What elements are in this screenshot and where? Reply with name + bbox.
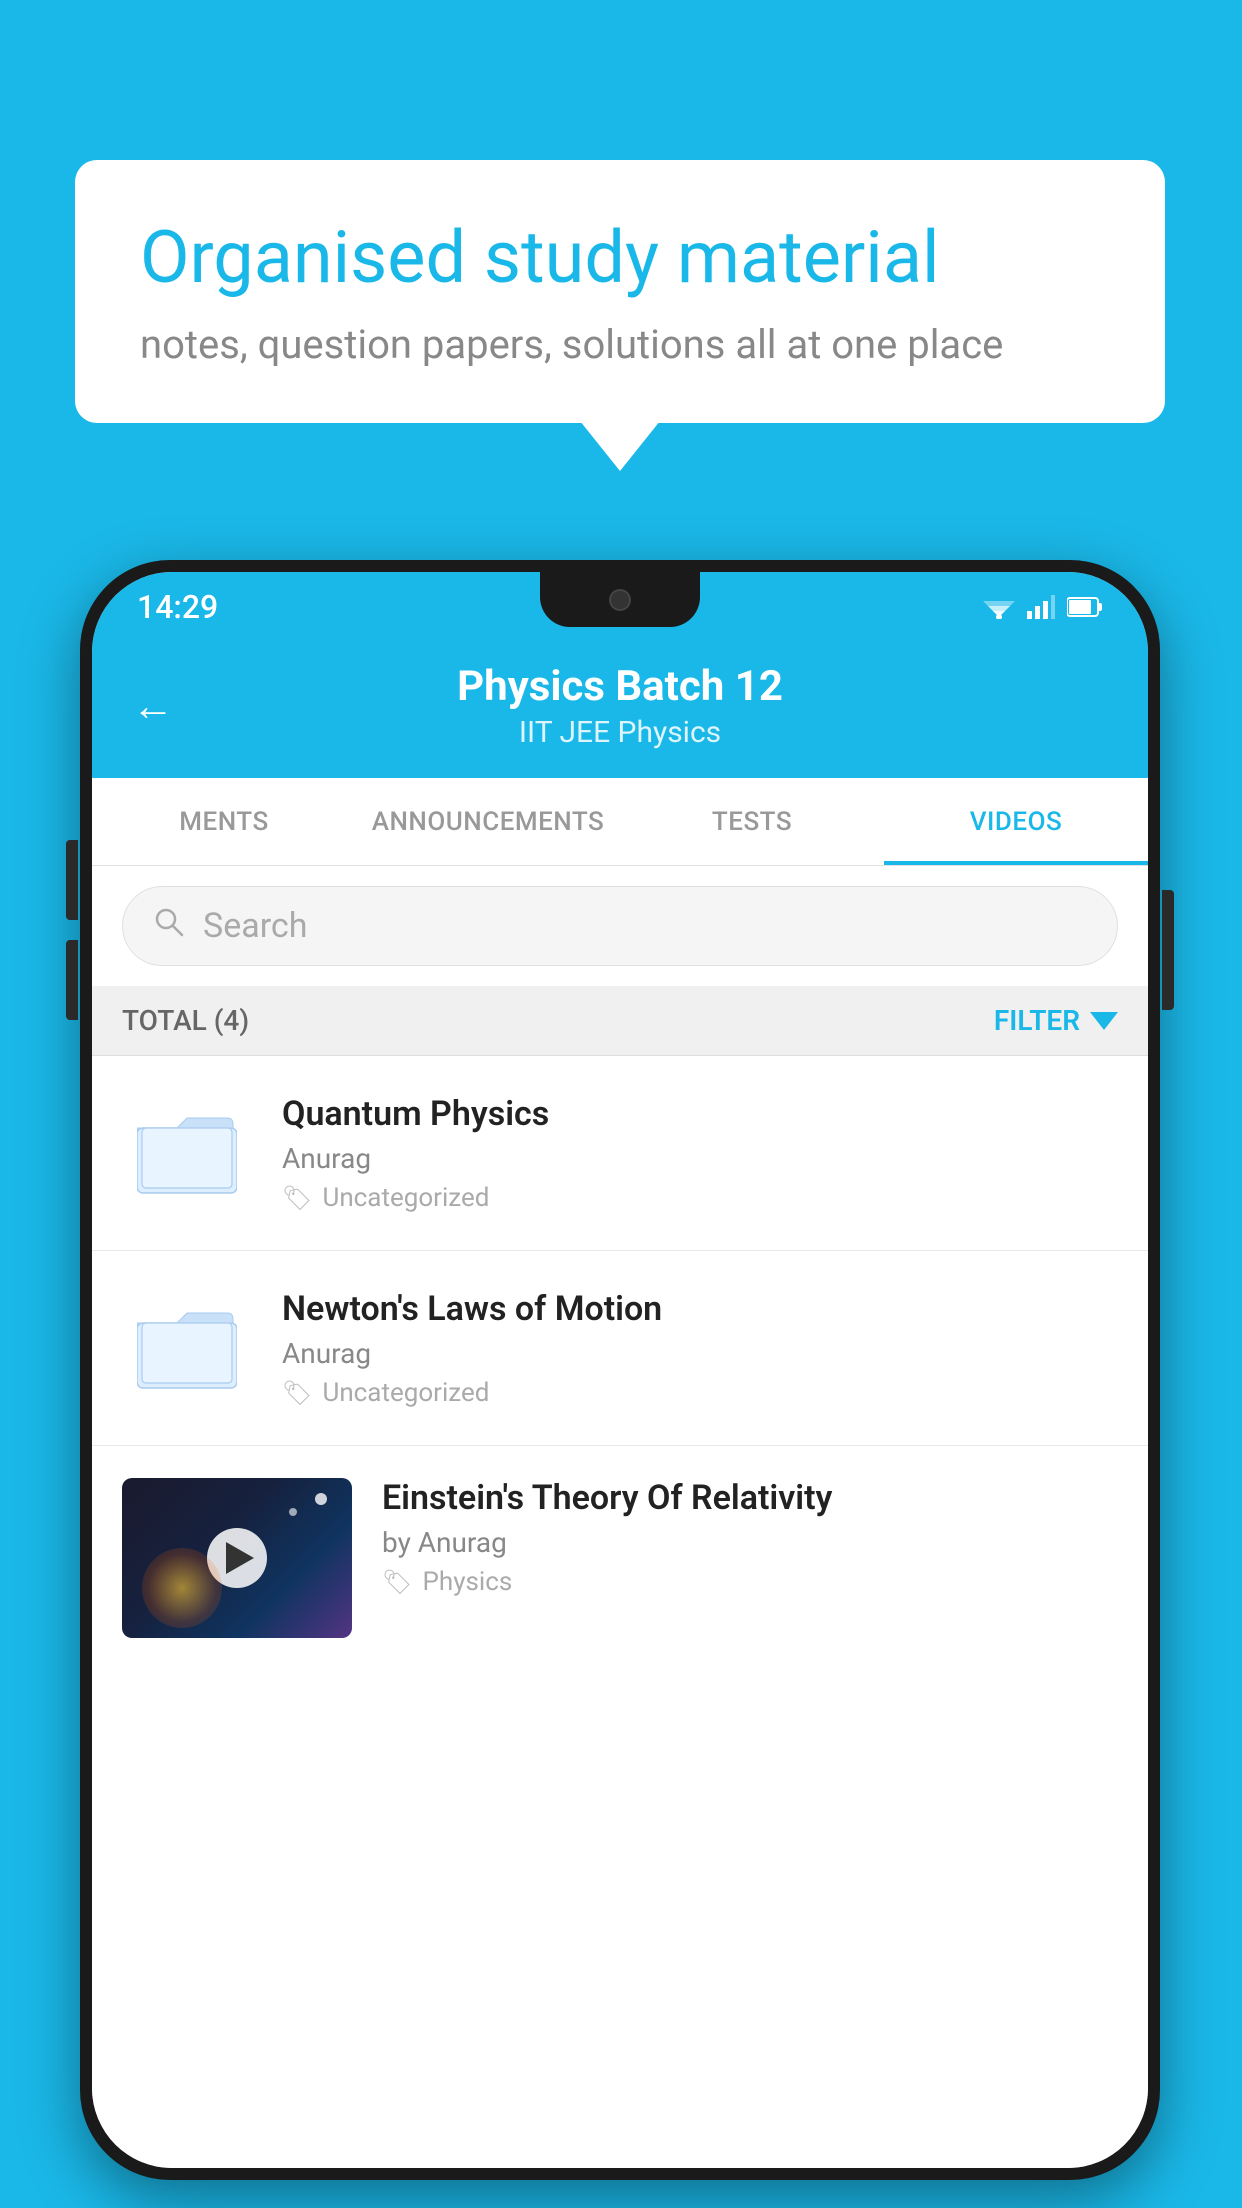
video-info: Quantum Physics Anurag 🏷 Uncategorized <box>282 1094 1118 1213</box>
filter-button[interactable]: FILTER <box>994 1004 1118 1037</box>
video-title: Quantum Physics <box>282 1094 1118 1134</box>
tag-icon: 🏷 <box>382 1568 412 1596</box>
video-info: Einstein's Theory Of Relativity by Anura… <box>382 1478 1118 1597</box>
filter-bar: TOTAL (4) FILTER <box>92 986 1148 1056</box>
speech-bubble: Organised study material notes, question… <box>75 160 1165 423</box>
video-author: by Anurag <box>382 1526 1118 1559</box>
folder-thumbnail <box>122 1088 252 1218</box>
search-container: Search <box>92 866 1148 986</box>
speech-bubble-title: Organised study material <box>140 215 1100 301</box>
status-icons <box>983 595 1103 619</box>
video-tag: 🏷 Uncategorized <box>282 1378 1118 1408</box>
tab-ments[interactable]: MENTS <box>92 778 356 865</box>
speech-bubble-subtitle: notes, question papers, solutions all at… <box>140 321 1100 368</box>
thumbnail-glow <box>142 1548 222 1628</box>
search-placeholder: Search <box>203 906 307 946</box>
wifi-icon <box>983 595 1015 619</box>
app-bar-title-section: Physics Batch 12 IIT JEE Physics <box>204 662 1036 750</box>
filter-icon <box>1090 1012 1118 1030</box>
thumbnail-star2 <box>289 1508 297 1516</box>
volume-down-button[interactable] <box>66 940 78 1020</box>
video-item[interactable]: Newton's Laws of Motion Anurag 🏷 Uncateg… <box>92 1251 1148 1446</box>
phone-frame: 14:29 <box>80 560 1160 2180</box>
status-bar: 14:29 <box>92 572 1148 642</box>
folder-icon <box>137 1303 237 1393</box>
video-list: Quantum Physics Anurag 🏷 Uncategorized <box>92 1056 1148 2168</box>
folder-thumbnail <box>122 1283 252 1413</box>
video-author: Anurag <box>282 1337 1118 1370</box>
tag-icon: 🏷 <box>282 1379 312 1407</box>
video-item[interactable]: Quantum Physics Anurag 🏷 Uncategorized <box>92 1056 1148 1251</box>
tab-tests[interactable]: TESTS <box>620 778 884 865</box>
back-button[interactable]: ← <box>132 682 174 731</box>
search-box[interactable]: Search <box>122 886 1118 966</box>
video-info: Newton's Laws of Motion Anurag 🏷 Uncateg… <box>282 1289 1118 1408</box>
app-bar-title: Physics Batch 12 <box>204 662 1036 711</box>
app-content: ← Physics Batch 12 IIT JEE Physics MENTS… <box>92 642 1148 2168</box>
status-time: 14:29 <box>137 588 218 626</box>
folder-icon <box>137 1108 237 1198</box>
phone-notch <box>540 572 700 627</box>
search-icon <box>153 905 185 947</box>
front-camera <box>609 589 631 611</box>
thumbnail-star <box>315 1493 327 1505</box>
app-bar: ← Physics Batch 12 IIT JEE Physics <box>92 642 1148 778</box>
tab-videos[interactable]: VIDEOS <box>884 778 1148 865</box>
video-tag: 🏷 Physics <box>382 1567 1118 1597</box>
video-author: Anurag <box>282 1142 1118 1175</box>
battery-icon <box>1067 596 1103 618</box>
volume-up-button[interactable] <box>66 840 78 920</box>
video-title: Einstein's Theory Of Relativity <box>382 1478 1118 1518</box>
tabs-bar: MENTS ANNOUNCEMENTS TESTS VIDEOS <box>92 778 1148 866</box>
signal-icon <box>1027 595 1055 619</box>
video-thumbnail <box>122 1478 352 1638</box>
total-count: TOTAL (4) <box>122 1004 249 1037</box>
tab-announcements[interactable]: ANNOUNCEMENTS <box>356 778 620 865</box>
video-title: Newton's Laws of Motion <box>282 1289 1118 1329</box>
power-button[interactable] <box>1162 890 1174 1010</box>
video-tag: 🏷 Uncategorized <box>282 1183 1118 1213</box>
phone-screen: 14:29 <box>92 572 1148 2168</box>
video-item[interactable]: Einstein's Theory Of Relativity by Anura… <box>92 1446 1148 1670</box>
app-bar-subtitle: IIT JEE Physics <box>204 715 1036 750</box>
tag-icon: 🏷 <box>282 1184 312 1212</box>
